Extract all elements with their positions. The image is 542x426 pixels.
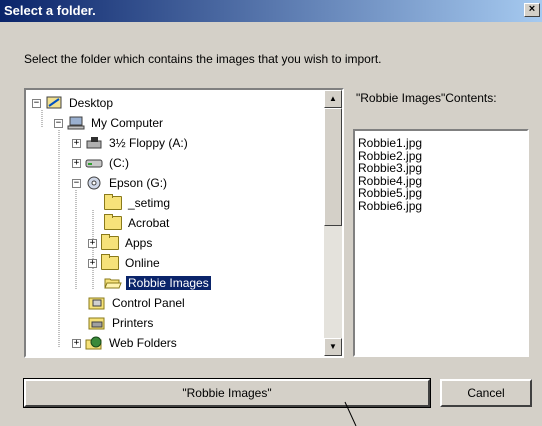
tree-item-printers[interactable]: Printers [88, 313, 155, 333]
folder-tree-list: − Desktop − My Computer + 3½ Floppy (A:) [26, 90, 320, 356]
folder-icon [104, 214, 122, 230]
tree-item-label: Control Panel [112, 296, 185, 310]
contents-label: "Robbie Images"Contents: [356, 91, 497, 105]
printers-icon [88, 316, 106, 330]
tree-item-label: Printers [112, 316, 154, 330]
expand-icon[interactable]: + [72, 158, 81, 168]
tree-item-control-panel[interactable]: Control Panel [88, 293, 187, 313]
expand-icon[interactable]: + [72, 338, 81, 348]
file-item: Robbie3.jpg [358, 161, 423, 175]
tree-item-desktop[interactable]: − Desktop [32, 93, 115, 113]
tree-item-label: Web Folders [109, 336, 177, 350]
tree-item-c-drive[interactable]: + (C:) [72, 153, 131, 173]
cdrom-icon [85, 176, 103, 190]
window-title: Select a folder. [4, 3, 96, 18]
tree-scrollbar[interactable]: ▲ ▼ [324, 90, 342, 356]
tree-item-label: (C:) [109, 156, 129, 170]
floppy-icon [85, 136, 103, 150]
tree-item-epson[interactable]: − Epson (G:) [72, 173, 169, 193]
select-folder-dialog: Select a folder. × Select the folder whi… [0, 0, 542, 426]
tree-item-label: Acrobat [128, 216, 170, 230]
down-arrow-icon: ▼ [329, 342, 337, 351]
web-folders-icon [85, 336, 103, 350]
contents-list: Robbie1.jpg Robbie2.jpg Robbie3.jpg Robb… [353, 129, 529, 357]
expand-icon[interactable]: + [88, 258, 97, 268]
folder-icon [101, 234, 119, 250]
select-folder-button[interactable]: "Robbie Images" [23, 378, 431, 408]
tree-item-robbie-images[interactable]: Robbie Images [104, 273, 212, 293]
title-bar[interactable]: Select a folder. × [0, 0, 542, 22]
control-panel-icon [88, 296, 106, 310]
file-item: Robbie1.jpg [358, 136, 423, 150]
tree-item-label: Online [125, 256, 160, 270]
tree-item-setimg[interactable]: _setimg [104, 193, 172, 213]
close-icon: × [528, 3, 536, 15]
close-button[interactable]: × [524, 3, 540, 17]
tree-item-label: 3½ Floppy (A:) [109, 136, 188, 150]
up-arrow-icon: ▲ [329, 94, 337, 103]
expand-icon[interactable]: + [72, 138, 81, 148]
tree-item-label: My Computer [91, 116, 164, 130]
instruction-text: Select the folder which contains the ima… [24, 52, 382, 66]
tree-item-label: Robbie Images [125, 275, 212, 291]
folder-tree[interactable]: − Desktop − My Computer + 3½ Floppy (A:) [24, 88, 344, 358]
file-item: Robbie6.jpg [358, 198, 423, 213]
tree-item-label: Epson (G:) [109, 176, 168, 190]
collapse-icon[interactable]: − [32, 98, 41, 108]
tree-item-acrobat[interactable]: Acrobat [104, 213, 171, 233]
tree-item-label: Apps [125, 236, 153, 250]
collapse-icon[interactable]: − [54, 118, 63, 128]
scroll-down-button[interactable]: ▼ [324, 338, 342, 356]
scroll-thumb[interactable] [324, 108, 342, 226]
tree-item-my-computer[interactable]: − My Computer [54, 113, 165, 133]
tree-item-online[interactable]: + Online [88, 253, 162, 273]
collapse-icon[interactable]: − [72, 178, 81, 188]
tree-item-apps[interactable]: + Apps [88, 233, 154, 253]
tree-item-floppy[interactable]: + 3½ Floppy (A:) [72, 133, 190, 153]
folder-icon [104, 194, 122, 210]
file-item: Robbie5.jpg [358, 186, 423, 200]
computer-icon [67, 116, 85, 130]
open-folder-icon [104, 276, 122, 290]
expand-icon[interactable]: + [88, 238, 97, 248]
scroll-up-button[interactable]: ▲ [324, 90, 342, 108]
cancel-button[interactable]: Cancel [440, 379, 532, 407]
tree-item-label: Desktop [69, 96, 114, 110]
desktop-icon [45, 96, 63, 110]
tree-item-web-folders[interactable]: + Web Folders [72, 333, 179, 353]
tree-item-label: _setimg [128, 196, 171, 210]
folder-icon [101, 254, 119, 270]
drive-icon [85, 156, 103, 170]
